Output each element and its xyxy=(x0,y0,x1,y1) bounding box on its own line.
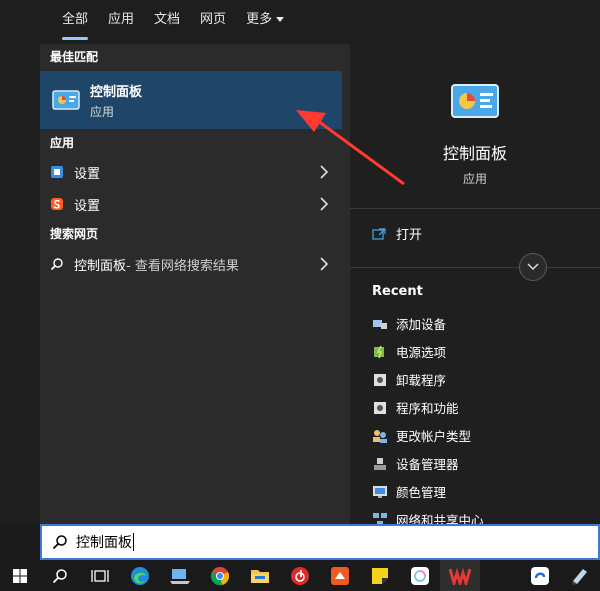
computer-icon[interactable] xyxy=(160,560,200,591)
tab-apps[interactable]: 应用 xyxy=(98,0,144,44)
search-input[interactable]: 控制面板 xyxy=(76,532,132,552)
text-caret xyxy=(133,533,134,551)
file-explorer-icon[interactable] xyxy=(240,560,280,591)
wps-icon[interactable] xyxy=(440,560,480,591)
expand-button[interactable] xyxy=(519,253,547,281)
device-manager-icon xyxy=(374,457,386,470)
users-icon xyxy=(373,429,387,443)
recent-item-color-management[interactable]: 颜色管理 xyxy=(372,482,446,501)
best-match-item[interactable]: 控制面板 应用 xyxy=(40,71,342,129)
control-panel-icon xyxy=(451,84,499,118)
divider xyxy=(350,208,600,209)
preview-title: 控制面板 xyxy=(442,144,507,163)
search-tabs: 全部 应用 文档 网页 更多 xyxy=(40,0,600,44)
windows-start-icon[interactable] xyxy=(0,560,40,591)
sogou-settings-icon xyxy=(51,198,63,210)
chrome-icon[interactable] xyxy=(200,560,240,591)
best-match-name: 控制面板 xyxy=(90,84,143,100)
recent-item-add-device[interactable]: 添加设备 xyxy=(372,314,446,333)
netease-music-icon[interactable] xyxy=(280,560,320,591)
divider xyxy=(350,267,600,268)
presentation-icon[interactable] xyxy=(320,560,360,591)
chevron-right-icon[interactable] xyxy=(320,257,328,271)
search-panel: 全部 应用 文档 网页 更多 最佳匹配 控制面板 应用 应用 设置 设置 搜索网… xyxy=(40,0,600,528)
preview-pane: 控制面板 应用 打开 Recent 添加设备 电源选项 卸载程序 程序和功能 更… xyxy=(350,44,600,528)
pen-icon[interactable] xyxy=(560,560,600,591)
search-icon[interactable] xyxy=(40,560,80,591)
color-management-icon xyxy=(373,485,387,498)
chevron-right-icon[interactable] xyxy=(320,197,328,211)
task-view-icon[interactable] xyxy=(80,560,120,591)
desktop-background xyxy=(0,0,40,524)
tab-all[interactable]: 全部 xyxy=(52,0,98,44)
edge-icon[interactable] xyxy=(120,560,160,591)
tab-documents[interactable]: 文档 xyxy=(144,0,190,44)
tab-web[interactable]: 网页 xyxy=(190,0,236,44)
apps-heading: 应用 xyxy=(50,136,75,150)
uninstall-icon xyxy=(374,373,386,386)
chevron-right-icon[interactable] xyxy=(320,165,328,179)
browser-icon[interactable] xyxy=(520,560,560,591)
add-device-icon xyxy=(373,319,387,329)
best-match-heading: 最佳匹配 xyxy=(50,50,99,64)
blank-icon[interactable] xyxy=(480,560,520,591)
best-match-type: 应用 xyxy=(90,104,115,119)
recent-item-power-options[interactable]: 电源选项 xyxy=(372,342,446,361)
app-result-sogou-settings[interactable]: 设置 xyxy=(40,189,342,219)
results-list: 最佳匹配 控制面板 应用 应用 设置 设置 搜索网页 控制面板 - 查看网络搜索… xyxy=(40,44,342,524)
open-action[interactable]: 打开 xyxy=(372,224,422,243)
web-query: 控制面板 xyxy=(74,258,127,274)
search-icon xyxy=(52,535,67,550)
photos-icon[interactable] xyxy=(400,560,440,591)
tab-more[interactable]: 更多 xyxy=(236,0,294,44)
recent-item-account-type[interactable]: 更改帐户类型 xyxy=(372,426,471,445)
taskbar xyxy=(0,560,600,591)
chevron-down-icon xyxy=(276,17,285,22)
web-search-result[interactable]: 控制面板 - 查看网络搜索结果 xyxy=(40,249,342,279)
web-heading: 搜索网页 xyxy=(50,227,99,241)
web-suffix: - 查看网络搜索结果 xyxy=(126,258,239,274)
recent-item-uninstall[interactable]: 卸载程序 xyxy=(372,370,446,389)
chevron-down-icon xyxy=(527,263,539,271)
recent-item-device-manager[interactable]: 设备管理器 xyxy=(372,454,459,473)
recent-heading: Recent xyxy=(372,284,423,299)
app-result-settings[interactable]: 设置 xyxy=(40,157,342,187)
settings-icon xyxy=(51,166,63,178)
open-icon xyxy=(372,227,386,240)
power-options-icon xyxy=(374,345,384,358)
sticky-notes-icon[interactable] xyxy=(360,560,400,591)
search-box[interactable]: 控制面板 xyxy=(40,524,600,560)
programs-icon xyxy=(374,401,386,414)
control-panel-icon xyxy=(52,90,80,110)
preview-header: 控制面板 应用 xyxy=(350,44,600,208)
preview-subtitle: 应用 xyxy=(462,172,487,186)
search-icon xyxy=(50,258,63,271)
recent-item-programs[interactable]: 程序和功能 xyxy=(372,398,459,417)
